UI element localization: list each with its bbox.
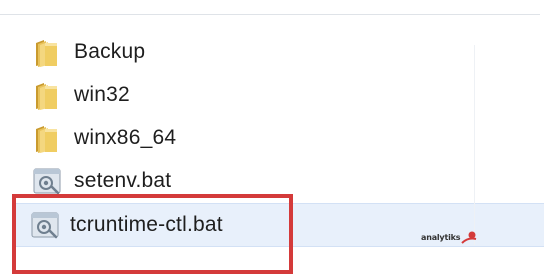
watermark-brand: analytiks: [421, 232, 461, 242]
file-item-win32[interactable]: win32: [22, 75, 542, 115]
batch-file-icon: [30, 164, 64, 198]
folder-icon: [30, 121, 64, 155]
column-divider: [474, 45, 475, 245]
file-name: tcruntime-ctl.bat: [70, 213, 223, 236]
file-explorer-view: Backup win32 winx86_64 setenv.bat tcrunt…: [0, 0, 549, 274]
file-name: Backup: [74, 40, 146, 63]
batch-file-icon: [28, 208, 62, 242]
file-item-backup[interactable]: Backup: [22, 32, 542, 72]
file-name: win32: [74, 83, 130, 106]
file-item-setenv-bat[interactable]: setenv.bat: [22, 161, 542, 201]
watermark-logo: analytiks: [421, 226, 501, 248]
header-divider: [0, 14, 540, 15]
file-name: setenv.bat: [74, 169, 172, 192]
file-name: winx86_64: [74, 126, 177, 149]
folder-icon: [30, 35, 64, 69]
file-item-winx86-64[interactable]: winx86_64: [22, 118, 542, 158]
watermark-swoosh-icon: [461, 231, 477, 244]
folder-icon: [30, 78, 64, 112]
